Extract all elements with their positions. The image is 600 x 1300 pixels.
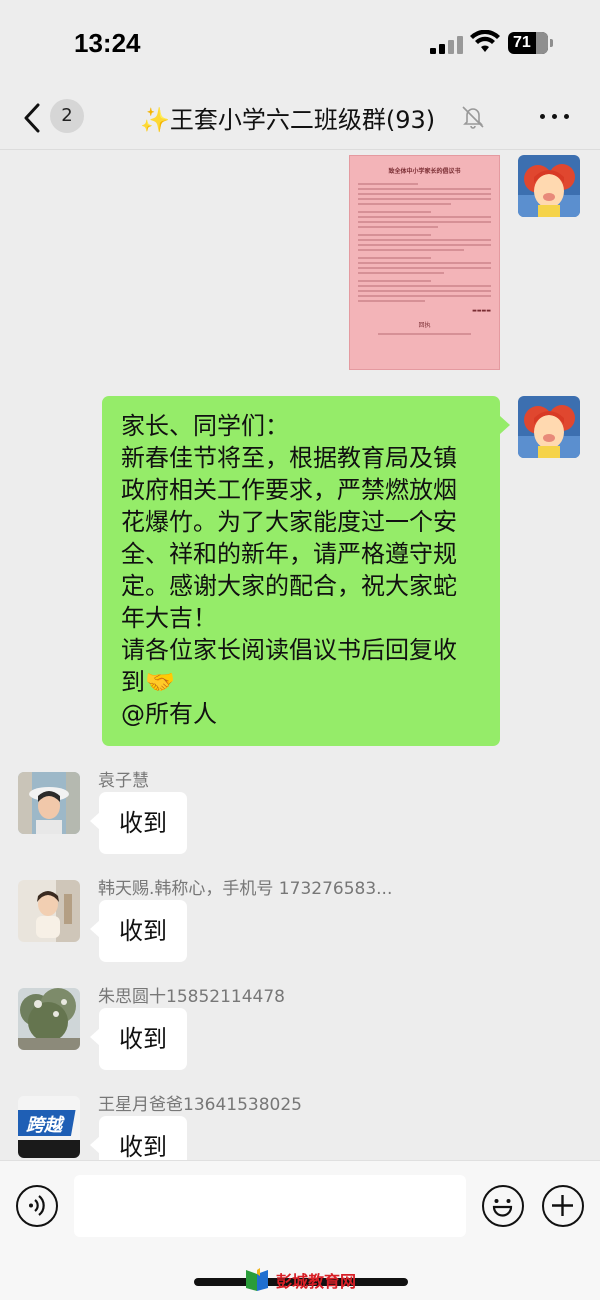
unread-count-badge[interactable]: 2 (50, 99, 84, 133)
sender-avatar[interactable]: 跨越 (18, 1096, 80, 1158)
my-avatar[interactable] (518, 396, 580, 458)
watermark: 彭城教育网 (244, 1268, 356, 1292)
more-icon[interactable] (540, 104, 574, 130)
sender-avatar[interactable] (18, 988, 80, 1050)
received-message-bubble[interactable]: 收到 (90, 792, 187, 854)
status-time: 13:24 (74, 28, 141, 58)
message-line: 年大吉！ (121, 604, 217, 632)
sender-avatar[interactable] (18, 880, 80, 942)
nav-bar: 2 ✨王套小学六二班级群(93) (0, 86, 600, 150)
status-bar: 13:24 71 (0, 0, 600, 86)
avatar-logo-text: 跨越 (26, 1115, 62, 1136)
message-line: 定。感谢大家的配合，祝大家蛇 (121, 572, 457, 600)
sender-name: 王星月爸爸13641538025 (98, 1095, 302, 1115)
message-line: 新春佳节将至，根据教育局及镇 (121, 444, 457, 472)
sent-message-bubble[interactable]: 家长、同学们： 新春佳节将至，根据教育局及镇 政府相关工作要求，严禁燃放烟 花爆… (102, 396, 510, 746)
mute-bell-icon (462, 106, 484, 129)
back-arrow-icon[interactable] (20, 102, 44, 134)
message-line: 政府相关工作要求，严禁燃放烟 (121, 476, 457, 504)
emoji-icon[interactable] (482, 1185, 524, 1227)
sender-name: 韩天赐.韩称心，手机号 173276583... (98, 879, 393, 899)
message-line: 花爆竹。为了大家能度过一个安 (121, 508, 457, 536)
sender-name: 袁子慧 (98, 771, 149, 791)
message-line: 全、祥和的新年，请严格遵守规 (121, 540, 457, 568)
battery-indicator: 71 (508, 32, 548, 54)
cellular-signal-icon (430, 34, 463, 54)
plus-icon[interactable] (542, 1185, 584, 1227)
message-line: 到🤝 (121, 668, 175, 696)
my-avatar[interactable] (518, 155, 580, 217)
chat-title[interactable]: ✨王套小学六二班级群(93) (140, 100, 500, 135)
received-message-bubble[interactable]: 收到 (90, 900, 187, 962)
notice-document-image[interactable]: 致全体中小学家长的倡议书 ▬▬▬▬ 回执 (349, 155, 500, 370)
notice-document-footer: 回执 (418, 322, 431, 329)
book-logo-icon (246, 1268, 268, 1291)
message-line: 请各位家长阅读倡议书后回复收 (121, 636, 457, 664)
sender-avatar[interactable] (18, 772, 80, 834)
battery-level: 71 (513, 34, 531, 51)
message-line: 家长、同学们： (121, 412, 289, 440)
voice-icon[interactable] (16, 1185, 58, 1227)
wifi-icon (470, 30, 500, 52)
sender-name: 朱思圆十15852114478 (98, 987, 285, 1007)
battery-cap (550, 39, 553, 47)
message-input[interactable] (74, 1175, 466, 1237)
received-message-bubble[interactable]: 收到 (90, 1008, 187, 1070)
notice-document-title: 致全体中小学家长的倡议书 (388, 168, 461, 175)
watermark-text: 彭城教育网 (276, 1272, 357, 1291)
mention-all[interactable]: @所有人 (121, 698, 482, 730)
